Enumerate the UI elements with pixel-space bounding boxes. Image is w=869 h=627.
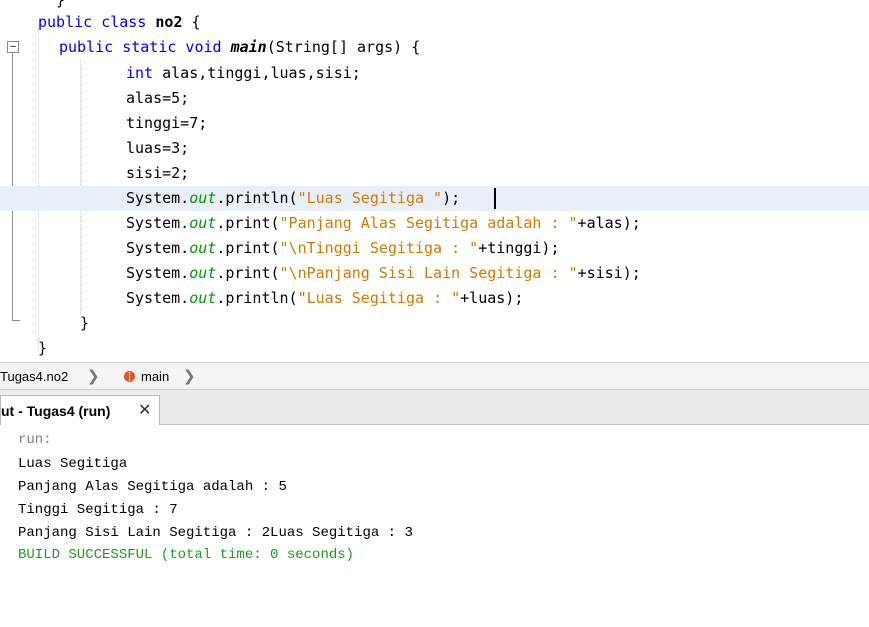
code-text: luas=3; — [126, 136, 189, 161]
code-token: } — [38, 0, 66, 9]
breadcrumb-method[interactable]: main — [141, 369, 169, 384]
code-text: System.out.print("Panjang Alas Segitiga … — [126, 211, 641, 236]
code-token: tinggi=7; — [126, 114, 208, 132]
code-token: .println( — [216, 189, 298, 207]
code-text: System.out.print("\nPanjang Sisi Lain Se… — [126, 261, 641, 286]
code-text: public class no2 { — [38, 10, 201, 35]
code-text: sisi=2; — [126, 161, 189, 186]
method-icon — [124, 371, 135, 382]
chevron-right-icon: ❯ — [87, 367, 100, 385]
code-text: } — [80, 311, 89, 336]
code-token: "\nTinggi Segitiga : " — [279, 239, 479, 257]
code-token: "Luas Segitiga " — [297, 189, 443, 207]
code-token: out — [189, 289, 217, 307]
breadcrumb: Tugas4.no2 ❯ main ❯ — [0, 362, 869, 390]
code-line[interactable]: System.out.print("\nTinggi Segitiga : "+… — [0, 236, 869, 261]
build-status: BUILD SUCCESSFUL (total time: 0 seconds) — [18, 547, 355, 563]
code-line[interactable]: public class no2 { — [0, 10, 869, 35]
code-token: ); — [442, 189, 461, 207]
code-token: +alas); — [577, 214, 641, 232]
code-token: System. — [126, 289, 190, 307]
tab-output[interactable]: ut - Tugas4 (run) ✕ — [0, 395, 160, 425]
code-text: alas=5; — [126, 86, 189, 111]
chevron-right-icon: ❯ — [183, 367, 196, 385]
text-caret — [494, 188, 496, 209]
code-line[interactable]: int alas,tinggi,luas,sisi; — [0, 61, 869, 86]
output-line: Luas Segitiga — [18, 456, 128, 472]
breadcrumb-class[interactable]: Tugas4.no2 — [0, 369, 68, 384]
code-token: .println( — [216, 289, 298, 307]
code-line[interactable]: luas=3; — [0, 136, 869, 161]
code-token: { — [182, 13, 201, 31]
code-token: out — [189, 214, 217, 232]
code-line[interactable]: } — [0, 336, 869, 361]
code-line[interactable]: sisi=2; — [0, 161, 869, 186]
output-line: Tinggi Segitiga : 7 — [18, 502, 178, 518]
code-token: out — [189, 189, 217, 207]
code-token: System. — [126, 189, 190, 207]
tab-label: ut - Tugas4 (run) — [1, 403, 111, 419]
output-line: run: — [18, 432, 52, 448]
code-token: no2 — [155, 13, 183, 31]
code-token: System. — [126, 264, 190, 282]
code-text: System.out.println("Luas Segitiga : "+lu… — [126, 286, 523, 311]
current-code-line[interactable]: System.out.println("Luas Segitiga "); — [0, 186, 869, 211]
output-line: Panjang Sisi Lain Segitiga : 2Luas Segit… — [18, 525, 413, 541]
code-token: .print( — [216, 239, 280, 257]
code-token: +tinggi); — [478, 239, 560, 257]
code-token: } — [80, 314, 90, 332]
code-token: "\nPanjang Sisi Lain Segitiga : " — [279, 264, 578, 282]
code-line[interactable]: public static void main(String[] args) { — [0, 35, 869, 60]
code-text: int alas,tinggi,luas,sisi; — [126, 61, 361, 86]
code-text: System.out.println("Luas Segitiga "); — [126, 186, 460, 211]
code-token: main — [230, 38, 267, 56]
code-line[interactable]: tinggi=7; — [0, 111, 869, 136]
code-line[interactable]: System.out.print("Panjang Alas Segitiga … — [0, 211, 869, 236]
code-line[interactable]: alas=5; — [0, 86, 869, 111]
code-token: "Panjang Alas Segitiga adalah : " — [279, 214, 578, 232]
code-text: public static void main(String[] args) { — [59, 35, 420, 60]
code-token: +luas); — [460, 289, 524, 307]
code-editor[interactable]: − } public class no2 { public static voi… — [0, 0, 869, 362]
code-text: System.out.print("\nTinggi Segitiga : "+… — [126, 236, 560, 261]
code-token: out — [189, 239, 217, 257]
code-token: "Luas Segitiga : " — [297, 289, 461, 307]
code-token: int — [126, 64, 163, 82]
code-token: (String[] args) { — [266, 38, 421, 56]
code-token: .print( — [216, 214, 280, 232]
code-token: System. — [126, 239, 190, 257]
code-token: .print( — [216, 264, 280, 282]
code-token: public static void — [59, 38, 231, 56]
code-token: +sisi); — [577, 264, 641, 282]
code-text: } — [38, 336, 47, 361]
code-token: sisi=2; — [126, 164, 190, 182]
output-console[interactable]: run: Luas Segitiga Panjang Alas Segitiga… — [0, 425, 869, 627]
code-token: } — [38, 339, 48, 357]
code-line[interactable]: System.out.print("\nPanjang Sisi Lain Se… — [0, 261, 869, 286]
code-token: alas,tinggi,luas,sisi; — [162, 64, 361, 82]
code-line[interactable]: System.out.println("Luas Segitiga : "+lu… — [0, 286, 869, 311]
code-token: public class — [38, 13, 156, 31]
code-token: alas=5; — [126, 89, 190, 107]
output-line: Panjang Alas Segitiga adalah : 5 — [18, 479, 287, 495]
close-icon[interactable]: ✕ — [138, 400, 151, 419]
code-token: out — [189, 264, 217, 282]
code-token: luas=3; — [126, 139, 190, 157]
code-line[interactable]: } — [0, 311, 869, 336]
output-tab-bar: ut - Tugas4 (run) ✕ — [0, 390, 869, 425]
code-token: System. — [126, 214, 190, 232]
code-text: tinggi=7; — [126, 111, 207, 136]
